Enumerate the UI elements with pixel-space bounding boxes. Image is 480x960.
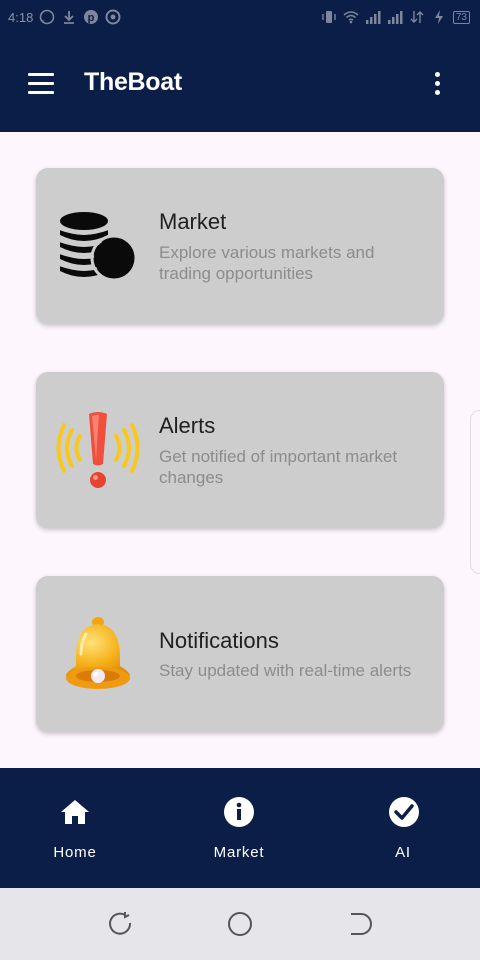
page-title: TheBoat [84,68,182,96]
info-icon [224,797,254,827]
status-time: 4:18 [8,9,34,25]
notifications-card-description: Stay updated with real-time alerts [159,661,412,680]
recents-icon[interactable] [105,910,135,938]
signal-icon [387,9,403,25]
app-bar: TheBoat [0,36,480,132]
pinterest-icon: p [83,9,99,25]
wifi-icon [343,9,359,25]
notifications-card[interactable]: Notifications Stay updated with real-tim… [36,576,444,732]
market-card[interactable]: Market Explore various markets and tradi… [36,168,444,324]
notifications-card-title: Notifications [159,628,279,653]
nav-item-ai[interactable]: AI [343,768,463,888]
market-card-description: Explore various markets and trading oppo… [159,243,375,283]
alerts-card-title: Alerts [159,413,216,438]
alerts-card-description: Get notified of important market changes [159,447,398,487]
data-icon [409,9,425,25]
charging-icon [431,9,447,25]
edge-panel-handle[interactable] [470,410,480,574]
nav-item-market[interactable]: Market [179,768,299,888]
battery-indicator: 73 [452,10,470,24]
nav-item-home[interactable]: Home [15,768,135,888]
nav-label-home: Home [53,844,97,861]
hamburger-menu-icon[interactable] [24,68,58,100]
system-navigation-bar [0,888,480,960]
nav-label-ai: AI [395,844,411,861]
market-card-title: Market [159,209,227,234]
status-left: 4:18 p [8,9,121,25]
alerts-card[interactable]: Alerts Get notified of important market … [36,372,444,528]
svg-text:p: p [88,12,95,24]
alert-exclamation-icon [56,410,140,494]
signal-icon [365,9,381,25]
bottom-navigation: Home Market AI [0,768,480,888]
home-icon [61,800,89,824]
vibrate-icon [321,9,337,25]
whatsapp-icon [39,9,55,25]
home-circle-icon[interactable] [225,910,255,938]
status-bar: 4:18 p 73 [0,0,480,36]
coins-icon [56,208,140,292]
more-vertical-icon[interactable] [424,70,452,98]
status-right: 73 [321,9,470,25]
check-circle-icon [389,797,419,827]
download-icon [61,9,77,25]
back-icon[interactable] [345,910,375,938]
bell-icon [56,614,140,698]
circle-app-icon [105,9,121,25]
nav-label-market: Market [213,844,265,861]
